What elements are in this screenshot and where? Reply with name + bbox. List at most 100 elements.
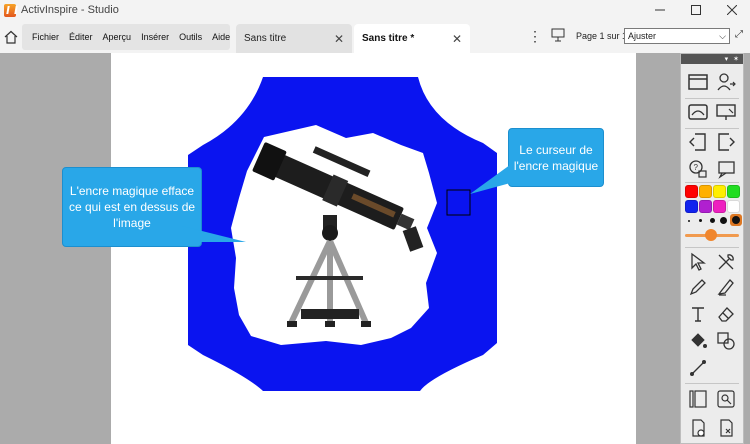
- home-button[interactable]: [0, 22, 22, 51]
- fill-button[interactable]: [685, 329, 711, 353]
- window-title: ActivInspire - Studio: [21, 4, 119, 16]
- app-logo-icon: [4, 3, 16, 17]
- highlighter-button[interactable]: [713, 275, 739, 299]
- select-button[interactable]: [685, 250, 711, 274]
- toolbox-menu-icon[interactable]: ▾: [725, 55, 729, 63]
- tab-untitled-active[interactable]: Sans titre * ✕: [354, 24, 470, 53]
- color-swatch-white[interactable]: [727, 200, 740, 213]
- color-swatch-magenta[interactable]: [713, 200, 726, 213]
- toolbox-divider: [685, 98, 739, 99]
- message-icon: [718, 161, 735, 179]
- desktop-icon: [716, 104, 736, 120]
- browser-button[interactable]: [685, 70, 711, 94]
- toolbox-divider: [685, 247, 739, 248]
- pen-icon: [689, 279, 706, 296]
- flipchart-icon: [688, 104, 708, 120]
- search-icon: [717, 390, 735, 408]
- eraser-icon: [718, 307, 734, 322]
- shapes-button[interactable]: [713, 329, 739, 353]
- menu-tools[interactable]: Outils: [179, 32, 202, 42]
- eraser-button[interactable]: [713, 302, 739, 326]
- main-menu: Fichier Éditer Aperçu Insérer Outils Aid…: [22, 24, 230, 50]
- callout-text: L'encre magique efface ce qui est en des…: [68, 184, 196, 230]
- clear-icon: [720, 419, 733, 437]
- close-icon[interactable]: ✕: [334, 32, 344, 46]
- svg-text:?: ?: [694, 163, 699, 172]
- chevron-down-icon: ⌵: [719, 31, 726, 41]
- color-swatch-blue[interactable]: [685, 200, 698, 213]
- tab-label: Sans titre *: [362, 33, 415, 44]
- close-icon[interactable]: ✕: [452, 32, 462, 46]
- voting-button[interactable]: ?: [685, 157, 711, 181]
- reset-page-button[interactable]: [685, 416, 711, 440]
- previous-page-button[interactable]: [685, 130, 711, 154]
- text-button[interactable]: [685, 302, 711, 326]
- callout-tail: [470, 162, 514, 194]
- voting-icon: ?: [689, 160, 707, 178]
- tab-label: Sans titre: [244, 33, 287, 44]
- user-switch-button[interactable]: [713, 70, 739, 94]
- previous-page-icon: [689, 133, 706, 151]
- fill-icon: [691, 333, 707, 348]
- color-swatch-green[interactable]: [727, 185, 740, 198]
- menu-file[interactable]: Fichier: [32, 32, 59, 42]
- toolbox-divider: [685, 128, 739, 129]
- shapes-icon: [717, 332, 735, 350]
- menu-help[interactable]: Aide: [212, 32, 230, 42]
- close-icon[interactable]: [714, 0, 750, 20]
- connector-button[interactable]: [685, 356, 711, 380]
- search-button[interactable]: [713, 387, 739, 411]
- menu-insert[interactable]: Insérer: [141, 32, 169, 42]
- next-page-button[interactable]: [713, 130, 739, 154]
- color-swatch-red[interactable]: [685, 185, 698, 198]
- toolbox-divider: [685, 383, 739, 384]
- zoom-select[interactable]: Ajuster ⌵: [624, 28, 730, 44]
- callout-tail: [182, 226, 246, 242]
- main-toolbox: ▾ ✶ ?: [680, 53, 744, 444]
- message-button[interactable]: [713, 157, 739, 181]
- page-indicator: Page 1 sur 1: [576, 31, 628, 41]
- pen-size-l[interactable]: [720, 217, 727, 224]
- pin-icon[interactable]: ✶: [733, 55, 739, 63]
- tab-untitled[interactable]: Sans titre ✕: [236, 24, 352, 53]
- desktop-button[interactable]: [713, 100, 739, 124]
- home-icon: [4, 30, 18, 44]
- highlighter-icon: [717, 279, 734, 296]
- flipchart-button[interactable]: [685, 100, 711, 124]
- color-swatch-purple[interactable]: [699, 200, 712, 213]
- next-page-icon: [718, 133, 735, 151]
- page-view-icon: [689, 390, 707, 408]
- window-controls: [642, 0, 750, 20]
- menu-edit[interactable]: Éditer: [69, 32, 93, 42]
- tools-button[interactable]: [713, 250, 739, 274]
- more-options-icon[interactable]: ⋮: [528, 28, 542, 45]
- pen-width-slider-handle[interactable]: [705, 229, 717, 241]
- toolbox-header[interactable]: ▾ ✶: [681, 54, 743, 64]
- flipchart-page[interactable]: [111, 53, 636, 444]
- presentation-icon[interactable]: [551, 28, 565, 42]
- pen-button[interactable]: [685, 275, 711, 299]
- browser-icon: [688, 74, 708, 90]
- ink-drawing: [188, 77, 497, 391]
- page-view-button[interactable]: [685, 387, 711, 411]
- user-switch-icon: [717, 73, 736, 91]
- zoom-value: Ajuster: [628, 31, 657, 41]
- tools-icon: [718, 254, 734, 270]
- callout-text: Le curseur de l'encre magique: [513, 142, 599, 173]
- color-swatch-orange[interactable]: [699, 185, 712, 198]
- pen-size-m[interactable]: [710, 218, 715, 223]
- clear-button[interactable]: [713, 416, 739, 440]
- select-icon: [691, 252, 706, 271]
- maximize-icon[interactable]: [678, 0, 714, 20]
- pen-size-s[interactable]: [699, 219, 702, 222]
- minimize-icon[interactable]: [642, 0, 678, 20]
- menu-bar: Fichier Éditer Aperçu Insérer Outils Aid…: [0, 20, 750, 53]
- pen-size-selected[interactable]: [730, 214, 742, 226]
- menu-view[interactable]: Aperçu: [103, 32, 132, 42]
- expand-icon[interactable]: ⤢: [735, 29, 743, 40]
- connector-icon: [690, 360, 706, 376]
- color-swatch-yellow[interactable]: [713, 185, 726, 198]
- pen-size-xs[interactable]: [688, 220, 690, 222]
- toolbox-divider: [685, 182, 739, 183]
- callout-cursor-explanation: Le curseur de l'encre magique: [508, 128, 604, 187]
